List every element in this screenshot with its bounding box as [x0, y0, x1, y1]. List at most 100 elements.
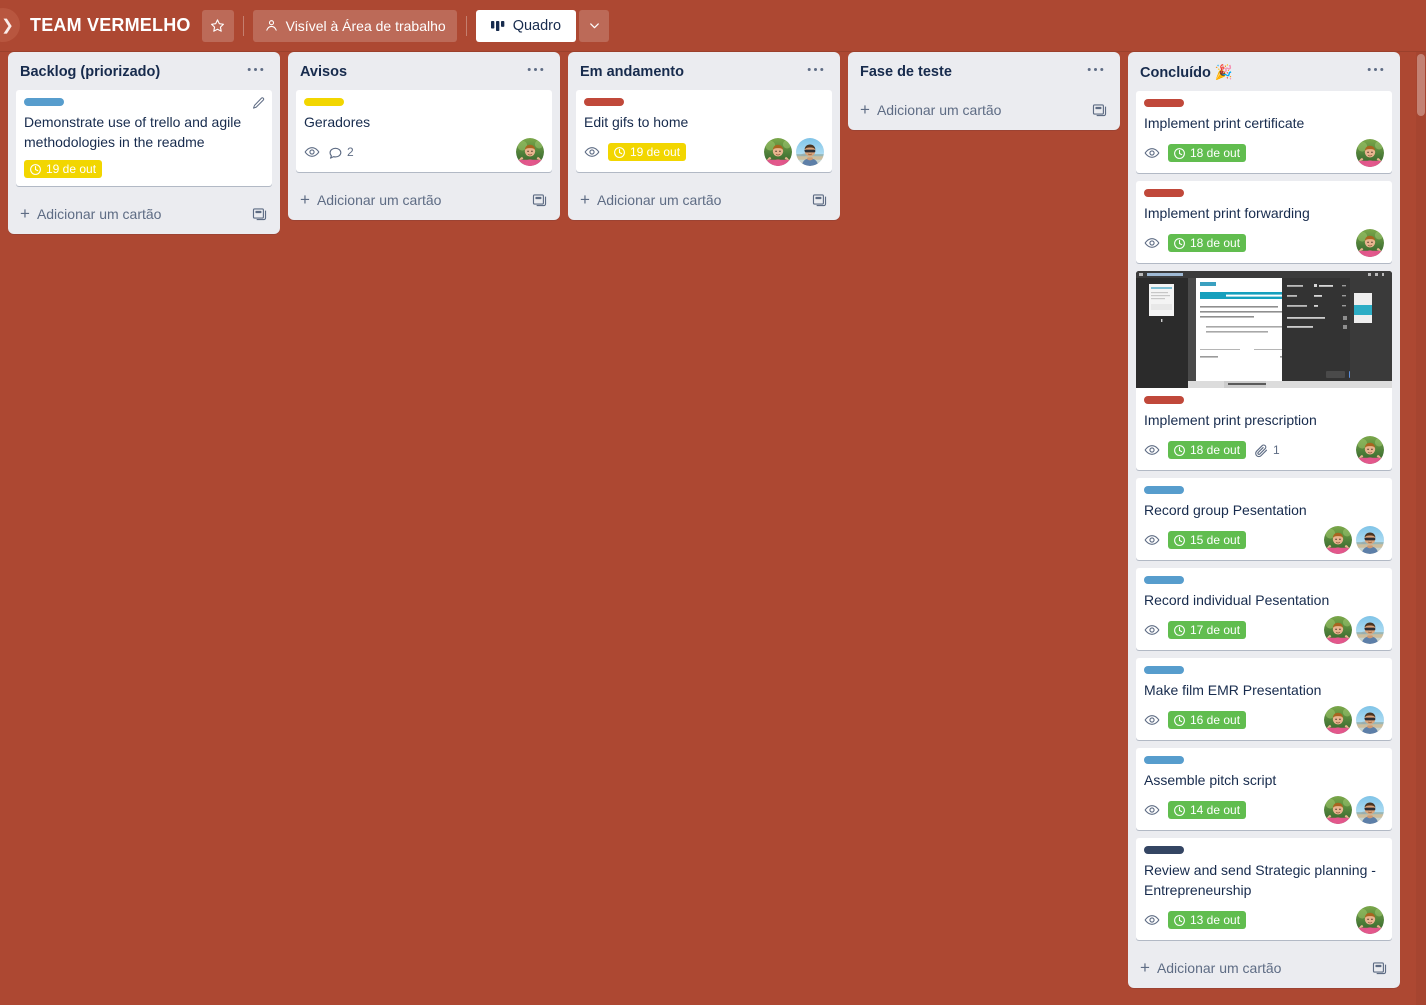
avatar[interactable]	[1356, 436, 1384, 464]
card-title: Implement print certificate	[1144, 115, 1305, 131]
list-title[interactable]: Backlog (priorizado)	[20, 64, 160, 80]
card-due-date-badge[interactable]: 13 de out	[1168, 911, 1247, 929]
list-menu-ellipsis-icon[interactable]	[1361, 65, 1390, 80]
card-labels[interactable]	[1144, 394, 1384, 404]
avatar[interactable]	[796, 138, 824, 166]
avatar[interactable]	[1356, 229, 1384, 257]
card-title: Geradores	[304, 114, 371, 130]
list-menu-ellipsis-icon[interactable]	[801, 65, 830, 80]
card-members	[1324, 796, 1384, 824]
card-due-date-badge[interactable]: 15 de out	[1168, 531, 1247, 549]
plus-icon: +	[300, 189, 310, 209]
card-labels[interactable]	[1144, 484, 1384, 494]
list-cards-container[interactable]: Demonstrate use of trello and agile meth…	[8, 90, 280, 194]
board-visibility-button[interactable]: Visível à Área de trabalho	[252, 9, 457, 42]
card-label[interactable]	[1144, 189, 1184, 197]
card-labels[interactable]	[1144, 754, 1384, 764]
avatar[interactable]	[1356, 796, 1384, 824]
add-card-composer[interactable]: + Adicionar um cartão	[1128, 950, 1400, 980]
board-card[interactable]: Geradores 2	[296, 90, 552, 172]
card-label[interactable]	[1144, 486, 1184, 494]
board-vertical-scrollbar[interactable]	[1416, 52, 1426, 1005]
board-card[interactable]: Record group Pesentation 15 de out	[1136, 478, 1392, 560]
list-cards-container[interactable]: Implement print certificate 18 de out Im…	[1128, 91, 1400, 948]
card-label[interactable]	[24, 98, 64, 106]
avatar[interactable]	[1324, 526, 1352, 554]
list-title[interactable]: Avisos	[300, 64, 347, 80]
board-vertical-scrollbar-thumb[interactable]	[1417, 54, 1425, 116]
card-due-date-badge[interactable]: 18 de out	[1168, 234, 1247, 252]
add-card-composer[interactable]: + Adicionar um cartão	[8, 196, 280, 226]
card-due-date-badge[interactable]: 18 de out	[1168, 144, 1247, 162]
list-cards-container[interactable]: Geradores 2	[288, 90, 560, 180]
card-template-icon[interactable]	[531, 191, 548, 208]
pencil-edit-icon[interactable]	[251, 96, 266, 111]
card-labels[interactable]	[1144, 664, 1384, 674]
card-due-date-badge[interactable]: 17 de out	[1168, 621, 1247, 639]
board-view-button[interactable]: Quadro	[475, 9, 577, 42]
list-menu-ellipsis-icon[interactable]	[1081, 65, 1110, 80]
add-card-composer[interactable]: + Adicionar um cartão	[288, 182, 560, 212]
card-label[interactable]	[304, 98, 344, 106]
card-labels[interactable]	[304, 96, 544, 106]
board-card[interactable]: Implement print prescription 18 de out 1	[1136, 271, 1392, 470]
card-template-icon[interactable]	[251, 205, 268, 222]
card-due-date-label: 18 de out	[1190, 146, 1241, 160]
star-board-button[interactable]	[201, 9, 234, 42]
card-template-icon[interactable]	[1371, 959, 1388, 976]
add-card-composer[interactable]: + Adicionar um cartão	[568, 182, 840, 212]
card-label[interactable]	[1144, 396, 1184, 404]
board-card[interactable]: Review and send Strategic planning - Ent…	[1136, 838, 1392, 940]
board-card[interactable]: Assemble pitch script 14 de out	[1136, 748, 1392, 830]
card-labels[interactable]	[1144, 574, 1384, 584]
card-due-date-badge[interactable]: 14 de out	[1168, 801, 1247, 819]
list-title[interactable]: Em andamento	[580, 64, 684, 80]
card-due-date-badge[interactable]: 19 de out	[24, 160, 103, 178]
board-card[interactable]: Edit gifs to home 19 de out	[576, 90, 832, 172]
avatar[interactable]	[1324, 796, 1352, 824]
card-due-date-badge[interactable]: 19 de out	[608, 143, 687, 161]
card-due-date-label: 14 de out	[1190, 803, 1241, 817]
card-label[interactable]	[1144, 576, 1184, 584]
list-title[interactable]: Concluído 🎉	[1140, 64, 1233, 81]
card-labels[interactable]	[584, 96, 824, 106]
card-label[interactable]	[584, 98, 624, 106]
avatar[interactable]	[764, 138, 792, 166]
card-label[interactable]	[1144, 666, 1184, 674]
board-view-dropdown-button[interactable]	[579, 9, 610, 42]
avatar[interactable]	[1356, 616, 1384, 644]
card-labels[interactable]	[1144, 187, 1384, 197]
avatar[interactable]	[516, 138, 544, 166]
add-card-composer[interactable]: + Adicionar um cartão	[848, 92, 1120, 122]
list-menu-ellipsis-icon[interactable]	[521, 65, 550, 80]
list-menu-ellipsis-icon[interactable]	[241, 65, 270, 80]
avatar[interactable]	[1356, 526, 1384, 554]
plus-icon: +	[20, 203, 30, 223]
board-card[interactable]: Make film EMR Presentation 16 de out	[1136, 658, 1392, 740]
avatar[interactable]	[1324, 706, 1352, 734]
card-label[interactable]	[1144, 756, 1184, 764]
card-label[interactable]	[1144, 99, 1184, 107]
card-template-icon[interactable]	[811, 191, 828, 208]
board-card[interactable]: Implement print forwarding 18 de out	[1136, 181, 1392, 263]
card-due-date-badge[interactable]: 16 de out	[1168, 711, 1247, 729]
eye-watch-icon	[1144, 143, 1160, 163]
card-comment-badge: 2	[328, 143, 354, 162]
card-due-date-badge[interactable]: 18 de out	[1168, 441, 1247, 459]
list-cards-container[interactable]: Edit gifs to home 19 de out	[568, 90, 840, 180]
card-labels[interactable]	[1144, 97, 1384, 107]
avatar[interactable]	[1324, 616, 1352, 644]
board-card[interactable]: Record individual Pesentation 17 de out	[1136, 568, 1392, 650]
card-label[interactable]	[1144, 846, 1184, 854]
avatar[interactable]	[1356, 906, 1384, 934]
avatar[interactable]	[1356, 706, 1384, 734]
board-card[interactable]: Implement print certificate 18 de out	[1136, 91, 1392, 173]
card-template-icon[interactable]	[1091, 101, 1108, 118]
avatar[interactable]	[1356, 139, 1384, 167]
card-labels[interactable]	[24, 96, 264, 106]
card-labels[interactable]	[1144, 844, 1384, 854]
card-badges: 14 de out	[1144, 794, 1384, 824]
card-members	[764, 138, 824, 166]
list-title[interactable]: Fase de teste	[860, 64, 952, 80]
board-card[interactable]: Demonstrate use of trello and agile meth…	[16, 90, 272, 186]
